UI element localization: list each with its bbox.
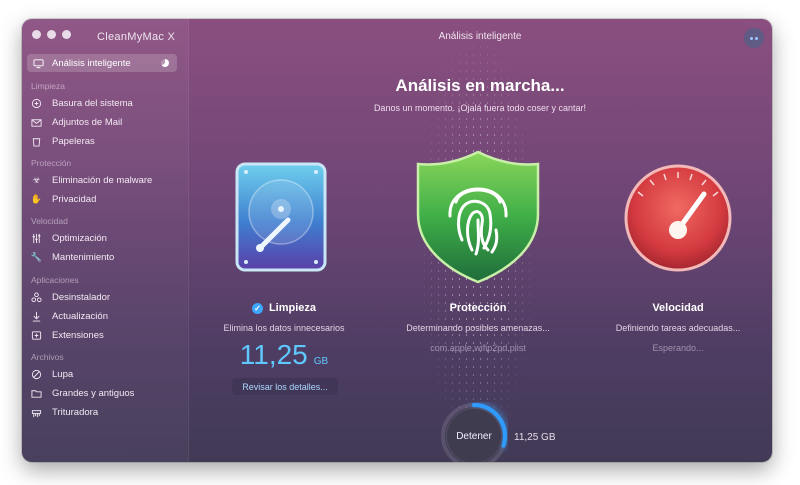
- sidebar-section-files: Archivos: [31, 352, 64, 362]
- stop-control: Detener: [440, 402, 508, 462]
- shredder-icon: [31, 407, 42, 418]
- module-protection-title: Protección: [449, 302, 507, 314]
- sidebar-item-system-junk[interactable]: Basura del sistema: [31, 96, 133, 110]
- page-subtitle: Danos un momento. ¡Ojalá fuera todo cose…: [373, 103, 587, 113]
- sidebar-item-label: Lupa: [52, 368, 74, 380]
- sidebar-item-shredder[interactable]: Trituradora: [31, 405, 98, 419]
- sidebar-item-mail-attachments[interactable]: Adjuntos de Mail: [31, 115, 122, 129]
- system-junk-icon: [31, 98, 42, 109]
- scan-progress-pie-icon: [161, 59, 169, 67]
- sidebar: CleanMyMac X Análisis inteligente Limpie…: [22, 19, 189, 462]
- window-title: Análisis inteligente: [438, 31, 522, 42]
- module-cleanup-description: Elimina los datos innecesarios: [223, 323, 345, 333]
- sidebar-item-label: Optimización: [52, 232, 107, 244]
- sidebar-item-uninstaller[interactable]: Desinstalador: [31, 290, 110, 304]
- speedometer-icon: [624, 164, 732, 272]
- main-panel: Análisis inteligente Análisis en marcha.…: [188, 19, 772, 462]
- module-speed: Velocidad Definiendo tareas adecuadas...…: [578, 154, 772, 353]
- module-speed-description: Definiendo tareas adecuadas...: [615, 323, 741, 333]
- cleanup-size-unit: GB: [313, 356, 329, 367]
- sliders-icon: [31, 233, 42, 244]
- sidebar-section-cleanup: Limpieza: [31, 81, 66, 91]
- module-speed-status: Esperando...: [652, 343, 704, 353]
- app-window: CleanMyMac X Análisis inteligente Limpie…: [22, 19, 772, 462]
- mail-icon: [31, 117, 42, 128]
- sidebar-item-malware-removal[interactable]: ☣ Eliminación de malware: [31, 173, 152, 187]
- sidebar-item-label: Grandes y antiguos: [52, 387, 135, 399]
- sidebar-item-label: Eliminación de malware: [52, 174, 153, 186]
- lens-icon: [31, 369, 42, 380]
- sidebar-item-label: Adjuntos de Mail: [52, 116, 123, 128]
- sidebar-item-optimization[interactable]: Optimización: [31, 231, 107, 245]
- zoom-window-button[interactable]: [62, 30, 71, 39]
- hard-drive-icon: [235, 162, 327, 272]
- sidebar-item-label: Mantenimiento: [52, 251, 115, 263]
- trash-icon: [31, 136, 42, 147]
- module-cleanup-title: ✓ Limpieza: [184, 301, 384, 315]
- module-speed-title: Velocidad: [652, 302, 704, 314]
- window-controls: [32, 30, 71, 39]
- sidebar-item-label: Desinstalador: [52, 291, 111, 303]
- close-window-button[interactable]: [32, 30, 41, 39]
- sidebar-section-protection: Protección: [31, 158, 72, 168]
- assistant-button[interactable]: [744, 28, 764, 48]
- stop-size-label: 11,25 GB: [514, 432, 556, 443]
- stop-button[interactable]: Detener: [446, 408, 502, 462]
- module-protection: Protección Determinando posibles amenaza…: [378, 150, 578, 353]
- page-title: Análisis en marcha...: [395, 76, 565, 95]
- sidebar-item-privacy[interactable]: ✋ Privacidad: [31, 192, 96, 206]
- sidebar-item-smart-scan[interactable]: Análisis inteligente: [27, 54, 177, 72]
- sidebar-item-space-lens[interactable]: Lupa: [31, 367, 73, 381]
- sidebar-item-label: Actualización: [52, 310, 108, 322]
- hand-icon: ✋: [30, 193, 43, 204]
- sidebar-item-updater[interactable]: Actualización: [31, 309, 108, 323]
- module-protection-description: Determinando posibles amenazas...: [406, 323, 550, 333]
- cleanup-size-value: 11,25: [239, 339, 308, 370]
- sidebar-item-large-old-files[interactable]: Grandes y antiguos: [31, 386, 134, 400]
- cleanup-size: 11,25 GB: [184, 339, 384, 371]
- sidebar-item-label: Basura del sistema: [52, 97, 133, 109]
- biohazard-icon: ☣: [32, 174, 41, 185]
- sidebar-item-label: Papeleras: [52, 135, 95, 147]
- update-icon: [31, 311, 42, 322]
- sidebar-section-applications: Aplicaciones: [31, 275, 79, 285]
- module-protection-status: com.apple.wifip2pd.plist: [430, 343, 526, 353]
- minimize-window-button[interactable]: [47, 30, 56, 39]
- monitor-icon: [33, 58, 44, 69]
- sidebar-item-trash[interactable]: Papeleras: [31, 134, 95, 148]
- sidebar-item-maintenance[interactable]: 🔧 Mantenimiento: [31, 250, 114, 264]
- sidebar-item-label: Extensiones: [52, 329, 104, 341]
- review-details-button[interactable]: Revisar los detalles...: [232, 378, 338, 395]
- check-icon: ✓: [251, 302, 263, 314]
- module-cleanup: ✓ Limpieza Elimina los datos innecesario…: [184, 154, 384, 333]
- sidebar-item-label: Privacidad: [52, 193, 97, 205]
- fingerprint-shield-icon: [416, 150, 540, 284]
- sidebar-section-speed: Velocidad: [31, 216, 68, 226]
- sidebar-item-extensions[interactable]: Extensiones: [31, 328, 104, 342]
- uninstaller-icon: [31, 291, 42, 303]
- extensions-icon: [31, 330, 42, 341]
- folder-icon: [31, 388, 42, 399]
- app-title: CleanMyMac X: [97, 31, 176, 43]
- wrench-icon: 🔧: [30, 251, 43, 262]
- sidebar-item-label: Análisis inteligente: [52, 57, 131, 69]
- sidebar-item-label: Trituradora: [52, 406, 99, 418]
